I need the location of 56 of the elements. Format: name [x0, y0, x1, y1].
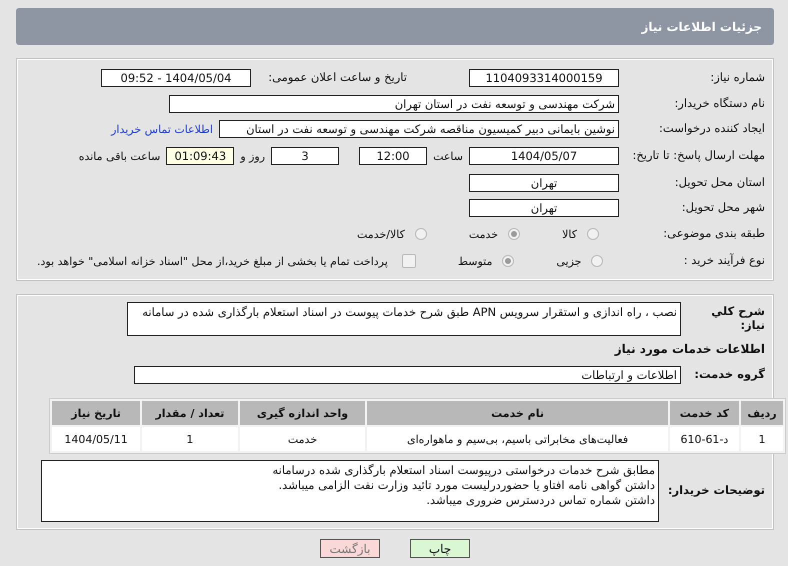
text-field[interactable]: نوشین بایمانی دبیر کمیسیون مناقصه شرکت مهندسی و توسعه نفت در استان — [219, 120, 619, 138]
checkbox[interactable] — [402, 254, 416, 268]
table-cell: 1404/05/11 — [52, 427, 140, 451]
field-label: شرح کلي نیاز: — [710, 305, 765, 333]
column-header: تعداد / مقدار — [142, 401, 238, 425]
remaining-label: ساعت باقی مانده — [78, 150, 160, 162]
notes-field[interactable]: مطابق شرح خدمات درخواستی درپیوست اسناد استعلام بارگذاری شده درسامانه داشتن گواهی نامه افتاو یا حضوردرلیست مورد تائید وزارت نفت الزامی میباشد. داشتن شماره تماس دردسترس ضروری میباشد. — [41, 460, 659, 522]
field-label: نوع فرآیند خرید : — [682, 254, 765, 268]
column-header: واحد اندازه گیری — [240, 401, 366, 425]
option-label: جزیی — [556, 254, 582, 268]
radio-button[interactable] — [414, 228, 427, 240]
column-header: ردیف — [740, 401, 783, 425]
radio-button[interactable] — [587, 228, 599, 240]
time-label: ساعت — [433, 150, 463, 162]
buyer-contact-link[interactable]: اطلاعات تماس خریدار — [111, 122, 213, 136]
column-header: نام خدمت — [367, 401, 668, 425]
table-cell: فعالیت‌های مخابراتی باسیم، بی‌سیم و ماهواره‌ای — [367, 427, 668, 451]
text-field[interactable]: 3 — [271, 147, 340, 165]
table-cell: 1 — [740, 427, 783, 451]
text-field[interactable]: شرکت مهندسی و توسعه نفت در استان تهران — [169, 95, 619, 113]
field-label: تاریخ و ساعت اعلان عمومی: — [267, 71, 407, 85]
text-field[interactable]: 1104093314000159 — [469, 69, 619, 87]
text-field[interactable]: 1404/05/04 - 09:52 — [101, 69, 251, 87]
days-label: روز و — [240, 150, 266, 162]
option-label: متوسط — [458, 254, 492, 268]
column-header: تاریخ نیاز — [52, 401, 140, 425]
field-label: طبقه بندی موضوعی: — [662, 227, 765, 241]
section-heading: اطلاعات خدمات مورد نیاز — [613, 342, 765, 356]
field-label: گروه خدمت: — [693, 368, 765, 382]
radio-button[interactable] — [502, 255, 514, 267]
field-label: ایجاد کننده درخواست: — [658, 122, 765, 136]
table-cell: د-61-610 — [670, 427, 739, 451]
field-label: نام دستگاه خریدار: — [673, 97, 765, 111]
column-header: کد خدمت — [670, 401, 739, 425]
print-button[interactable]: چاپ — [410, 539, 470, 558]
text-field[interactable]: 01:09:43 — [166, 147, 234, 165]
field-label: مهلت ارسال پاسخ: تا تاریخ: — [631, 149, 765, 163]
text-field[interactable]: 12:00 — [359, 147, 428, 165]
field-label: شهر محل تحویل: — [680, 201, 765, 215]
table-cell: 1 — [142, 427, 238, 451]
page-title: جزئیات اطلاعات نیاز — [16, 8, 774, 45]
option-label: کالا/خدمت — [357, 228, 405, 240]
table-cell: خدمت — [240, 427, 366, 451]
text-field[interactable]: اطلاعات و ارتباطات — [134, 366, 681, 384]
description-field[interactable]: نصب ، راه اندازی و استقرار سرویس APN طبق شرح خدمات پیوست در اسناد استعلام بارگذاری شده در سامانه — [127, 302, 681, 336]
checkbox-label: پرداخت تمام یا بخشی از مبلغ خرید،از محل "اسناد خزانه اسلامی" خواهد بود. — [37, 254, 388, 268]
field-label: شماره نیاز: — [709, 71, 765, 85]
text-field[interactable]: تهران — [469, 174, 619, 192]
text-field[interactable]: تهران — [469, 199, 619, 217]
option-label: کالا — [562, 228, 577, 240]
option-label: خدمت — [468, 228, 498, 240]
field-label: استان محل تحویل: — [674, 176, 765, 190]
text-field[interactable]: 1404/05/07 — [469, 147, 619, 165]
radio-button[interactable] — [591, 255, 604, 267]
field-label: توضیحات خریدار: — [666, 484, 765, 498]
radio-button[interactable] — [508, 228, 520, 240]
